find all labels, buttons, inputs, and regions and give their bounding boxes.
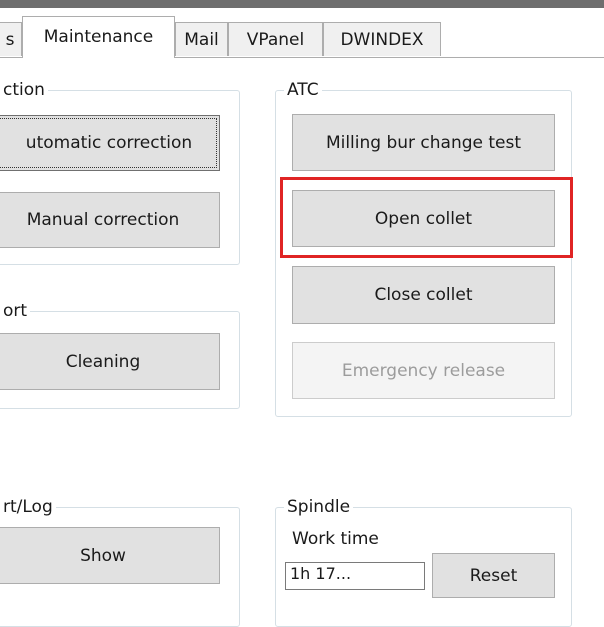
- tab-strip: s Maintenance Mail VPanel DWINDEX: [0, 8, 604, 58]
- manual-correction-label: Manual correction: [26, 210, 180, 230]
- cleaning-button[interactable]: Cleaning: [0, 333, 220, 390]
- tab-dwindex-label: DWINDEX: [340, 30, 424, 50]
- open-collet-label: Open collet: [374, 208, 473, 229]
- open-collet-button[interactable]: Open collet: [292, 190, 555, 247]
- reset-button[interactable]: Reset: [432, 553, 555, 598]
- automatic-correction-button[interactable]: utomatic correction: [0, 115, 220, 171]
- support-group-title: ort: [0, 301, 31, 321]
- tab-maintenance[interactable]: Maintenance: [22, 16, 175, 58]
- work-time-field[interactable]: 1h 17...: [285, 562, 425, 590]
- work-time-value: 1h 17...: [290, 564, 352, 583]
- tab-previous-label: s: [5, 30, 15, 50]
- atc-group-title: ATC: [284, 80, 322, 100]
- log-group-title: rt/Log: [0, 497, 56, 517]
- milling-bur-change-test-label: Milling bur change test: [325, 132, 522, 153]
- cleaning-label: Cleaning: [65, 351, 141, 372]
- tab-previous-partial[interactable]: s: [0, 22, 22, 56]
- tab-vpanel-label: VPanel: [246, 30, 305, 50]
- manual-correction-button[interactable]: Manual correction: [0, 192, 220, 248]
- work-time-label: Work time: [292, 529, 379, 549]
- spindle-group-title: Spindle: [284, 497, 354, 517]
- reset-label: Reset: [469, 565, 518, 586]
- window-top-bar: [0, 0, 604, 8]
- show-button[interactable]: Show: [0, 527, 220, 584]
- tab-mail-label: Mail: [184, 30, 219, 50]
- emergency-release-button[interactable]: Emergency release: [292, 342, 555, 399]
- milling-bur-change-test-button[interactable]: Milling bur change test: [292, 114, 555, 171]
- tab-maintenance-label: Maintenance: [43, 27, 154, 47]
- automatic-correction-label: utomatic correction: [25, 133, 193, 153]
- correction-group-title: ction: [0, 80, 48, 100]
- tab-mail[interactable]: Mail: [175, 22, 228, 56]
- emergency-release-label: Emergency release: [341, 360, 506, 381]
- close-collet-button[interactable]: Close collet: [292, 266, 555, 324]
- show-label: Show: [80, 545, 126, 566]
- tab-dwindex[interactable]: DWINDEX: [323, 22, 441, 56]
- tab-vpanel[interactable]: VPanel: [228, 22, 323, 56]
- close-collet-label: Close collet: [374, 285, 473, 305]
